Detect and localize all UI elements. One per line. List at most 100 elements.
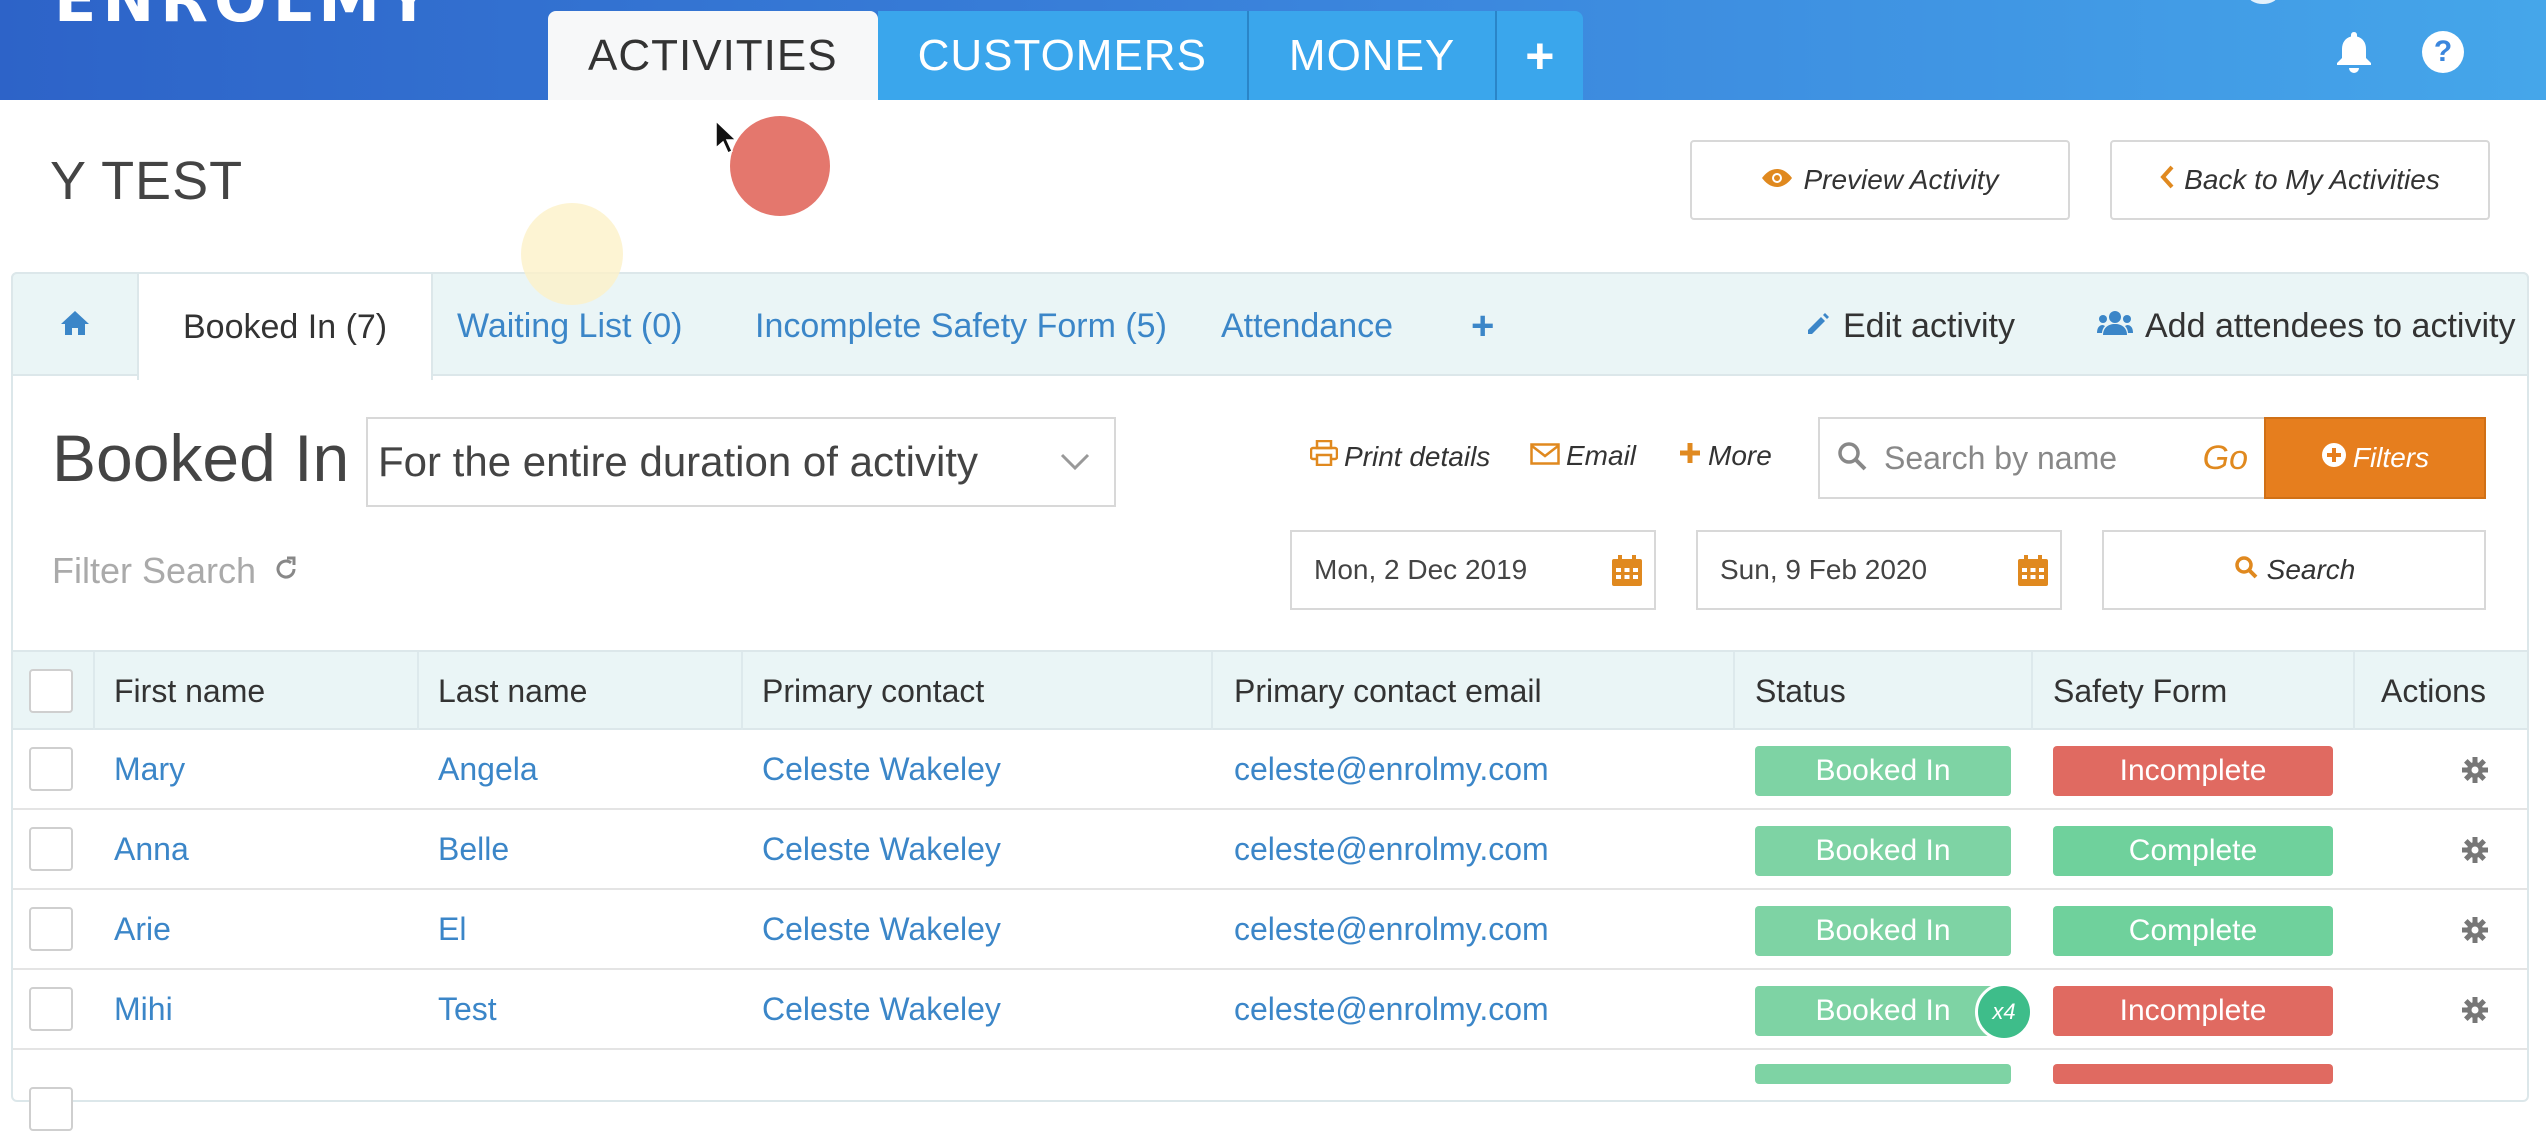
end-date-value: Sun, 9 Feb 2020 xyxy=(1720,554,1928,585)
preview-activity-button[interactable]: Preview Activity xyxy=(1690,140,2070,220)
last-name-link[interactable]: Test xyxy=(438,970,497,1048)
primary-contact-link[interactable]: Celeste Wakeley xyxy=(762,890,1001,968)
calendar-icon[interactable] xyxy=(2016,554,2050,595)
duration-select[interactable]: For the entire duration of activity xyxy=(366,417,1116,507)
refresh-icon[interactable] xyxy=(272,550,300,592)
plus-circle-icon xyxy=(2321,442,2347,475)
primary-contact-email-link[interactable]: celeste@enrolmy.com xyxy=(1234,730,1549,808)
nav-tab-customers[interactable]: CUSTOMERS xyxy=(877,11,1249,100)
status-badge: Booked In xyxy=(1755,906,2011,956)
status-count-bubble: x4 xyxy=(1975,983,2033,1041)
subtab-home[interactable] xyxy=(13,274,139,378)
mouse-pointer-icon xyxy=(715,119,738,159)
row-checkbox[interactable] xyxy=(29,1070,73,1148)
edit-activity-link[interactable]: Edit activity xyxy=(1805,274,2015,378)
subtab-attendance[interactable]: Attendance xyxy=(1221,274,1393,378)
primary-contact-email-link[interactable]: celeste@enrolmy.com xyxy=(1234,970,1549,1048)
last-name-link[interactable]: Angela xyxy=(438,730,538,808)
status-badge: Booked In xyxy=(1755,826,2011,876)
first-name-link[interactable]: Arie xyxy=(114,890,171,968)
safety-form-badge[interactable] xyxy=(2053,1064,2333,1084)
preview-activity-label: Preview Activity xyxy=(1803,164,1999,195)
section-title: Booked In xyxy=(52,421,350,495)
safety-form-badge[interactable]: Complete xyxy=(2053,826,2333,876)
calendar-icon[interactable] xyxy=(1610,554,1644,595)
row-checkbox[interactable] xyxy=(29,970,73,1048)
table-row: Mihi Test Celeste Wakeley celeste@enrolm… xyxy=(13,970,2527,1050)
primary-contact-link[interactable]: Celeste Wakeley xyxy=(762,970,1001,1048)
click-indicator xyxy=(730,116,830,216)
row-checkbox[interactable] xyxy=(29,890,73,968)
go-button[interactable]: Go xyxy=(2203,439,2248,478)
edit-activity-label: Edit activity xyxy=(1843,306,2015,345)
first-name-link[interactable]: Mary xyxy=(114,730,185,808)
column-header-first-name[interactable]: First name xyxy=(114,652,265,730)
nav-tab-money[interactable]: MONEY xyxy=(1248,11,1498,100)
search-icon xyxy=(1836,440,1868,477)
filters-button[interactable]: Filters xyxy=(2264,417,2486,499)
status-badge xyxy=(1755,1064,2011,1084)
first-name-link[interactable]: Mihi xyxy=(114,970,173,1048)
column-header-last-name[interactable]: Last name xyxy=(438,652,587,730)
more-link[interactable]: More xyxy=(1678,440,1772,472)
add-attendees-link[interactable]: Add attendees to activity xyxy=(2097,274,2515,378)
click-highlight xyxy=(521,203,623,305)
plus-icon xyxy=(1678,440,1702,472)
print-details-link[interactable]: Print details xyxy=(1309,439,1490,473)
printer-icon xyxy=(1309,439,1339,473)
top-navigation-bar: ENROLMY ACTIVITIES CUSTOMERS MONEY + ? xyxy=(0,0,2546,100)
gear-icon[interactable] xyxy=(2461,756,2489,789)
subtab-incomplete-safety-form[interactable]: Incomplete Safety Form (5) xyxy=(755,274,1167,378)
envelope-icon xyxy=(1530,440,1560,472)
nav-add-button[interactable]: + xyxy=(1497,11,1584,100)
bell-icon[interactable] xyxy=(2332,30,2376,74)
back-to-activities-button[interactable]: Back to My Activities xyxy=(2110,140,2490,220)
status-badge: Booked In xyxy=(1755,986,2011,1036)
column-header-primary-contact-email[interactable]: Primary contact email xyxy=(1234,652,1542,730)
help-icon[interactable]: ? xyxy=(2421,30,2465,74)
user-avatar[interactable] xyxy=(2248,0,2278,4)
search-input[interactable] xyxy=(1882,438,2182,478)
safety-form-badge[interactable]: Complete xyxy=(2053,906,2333,956)
column-header-primary-contact[interactable]: Primary contact xyxy=(762,652,984,730)
search-icon xyxy=(2233,554,2259,587)
date-search-button[interactable]: Search xyxy=(2102,530,2486,610)
enrolmy-logo[interactable]: ENROLMY xyxy=(54,0,437,31)
last-name-link[interactable]: El xyxy=(438,890,466,968)
last-name-link[interactable]: Belle xyxy=(438,810,509,888)
date-search-label: Search xyxy=(2266,554,2356,585)
nav-tab-activities[interactable]: ACTIVITIES xyxy=(548,11,878,100)
email-link[interactable]: Email xyxy=(1530,440,1636,472)
column-header-safety-form[interactable]: Safety Form xyxy=(2053,652,2227,730)
duration-select-value: For the entire duration of activity xyxy=(378,438,978,485)
pencil-icon xyxy=(1805,307,1831,346)
gear-icon[interactable] xyxy=(2461,916,2489,949)
row-checkbox[interactable] xyxy=(29,810,73,888)
chevron-left-icon xyxy=(2160,164,2174,196)
filter-search-toggle[interactable]: Filter Search xyxy=(52,550,300,592)
start-date-field[interactable]: Mon, 2 Dec 2019 xyxy=(1290,530,1656,610)
primary-contact-email-link[interactable]: celeste@enrolmy.com xyxy=(1234,890,1549,968)
table-row: Mary Angela Celeste Wakeley celeste@enro… xyxy=(13,730,2527,810)
name-search-box: Go xyxy=(1818,417,2266,499)
safety-form-badge[interactable]: Incomplete xyxy=(2053,986,2333,1036)
primary-contact-email-link[interactable]: celeste@enrolmy.com xyxy=(1234,810,1549,888)
end-date-field[interactable]: Sun, 9 Feb 2020 xyxy=(1696,530,2062,610)
column-header-status[interactable]: Status xyxy=(1755,652,1846,730)
first-name-link[interactable]: Anna xyxy=(114,810,189,888)
primary-contact-link[interactable]: Celeste Wakeley xyxy=(762,810,1001,888)
subtab-booked-in[interactable]: Booked In (7) xyxy=(137,274,434,380)
email-label: Email xyxy=(1566,440,1637,471)
safety-form-badge[interactable]: Incomplete xyxy=(2053,746,2333,796)
activity-subtabs: Booked In (7) Waiting List (0) Incomplet… xyxy=(11,272,2529,380)
filters-label: Filters xyxy=(2352,442,2430,473)
primary-contact-link[interactable]: Celeste Wakeley xyxy=(762,730,1001,808)
table-row: Anna Belle Celeste Wakeley celeste@enrol… xyxy=(13,810,2527,890)
gear-icon[interactable] xyxy=(2461,836,2489,869)
gear-icon[interactable] xyxy=(2461,996,2489,1029)
subtab-add-button[interactable]: + xyxy=(1471,274,1494,378)
row-checkbox[interactable] xyxy=(29,730,73,808)
select-all-checkbox[interactable] xyxy=(29,652,73,730)
more-label: More xyxy=(1708,440,1772,471)
page-title: Y TEST xyxy=(50,151,244,211)
